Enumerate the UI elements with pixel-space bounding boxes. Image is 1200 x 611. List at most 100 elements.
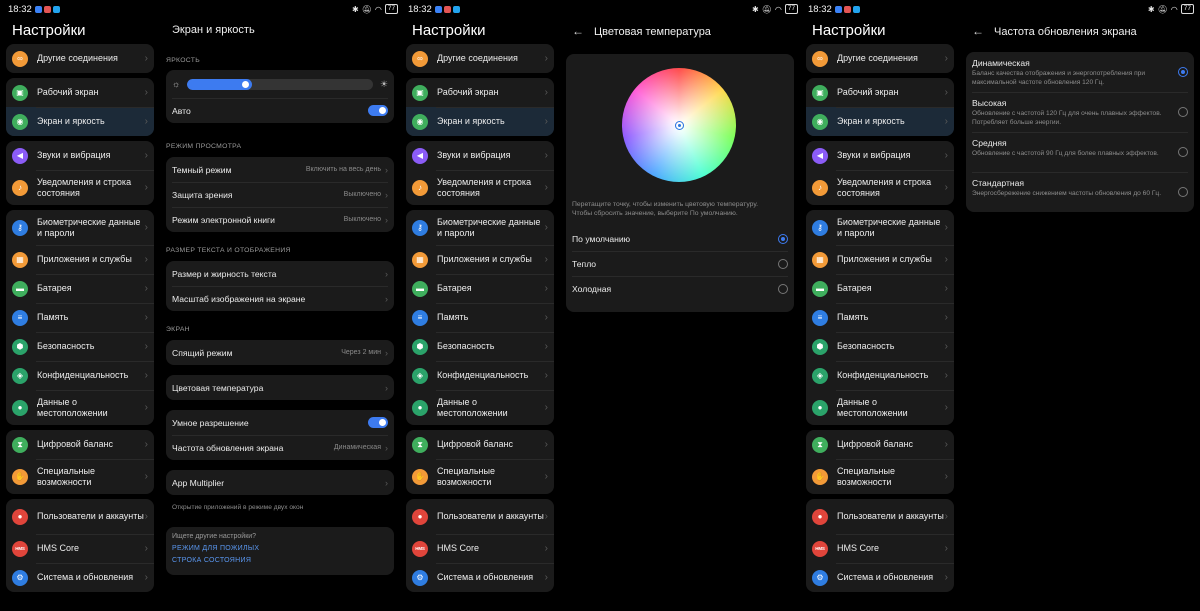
sidebar-item[interactable]: ▦ Приложения и службы › xyxy=(406,245,554,274)
sidebar-item[interactable]: HMS HMS Core › xyxy=(6,534,154,563)
sidebar-item[interactable]: ♪ Уведомления и строка состояния › xyxy=(406,170,554,205)
dark-mode-row[interactable]: Темный режим Включить на весь день › xyxy=(166,157,394,182)
sidebar-item[interactable]: ⬢ Безопасность › xyxy=(806,332,954,361)
sidebar-item-label: HMS Core xyxy=(437,543,480,553)
elderly-mode-link[interactable]: РЕЖИМ ДЛЯ ПОЖИЛЫХ xyxy=(172,545,388,552)
brightness-slider[interactable] xyxy=(187,78,373,90)
refresh-rate-option[interactable]: Динамическая Баланс качества отображения … xyxy=(966,52,1194,92)
sidebar-item[interactable]: HMS HMS Core › xyxy=(406,534,554,563)
sidebar-item[interactable]: ◉ Экран и яркость › xyxy=(806,107,954,136)
sidebar-item[interactable]: ● Данные о местоположении › xyxy=(806,390,954,425)
sidebar-item[interactable]: ◈ Конфиденциальность › xyxy=(406,361,554,390)
sidebar-item[interactable]: ∞ Другие соединения › xyxy=(806,44,954,73)
sidebar-item[interactable]: ◀ Звуки и вибрация › xyxy=(6,141,154,170)
sidebar-item[interactable]: ⚙ Система и обновления › xyxy=(806,563,954,592)
color-temp-option[interactable]: Тепло xyxy=(566,251,794,276)
dark-mode-label: Темный режим xyxy=(172,164,232,175)
sidebar-item[interactable]: ◀ Звуки и вибрация › xyxy=(806,141,954,170)
smart-resolution-row[interactable]: Умное разрешение xyxy=(166,410,394,435)
sidebar-item[interactable]: ◉ Экран и яркость › xyxy=(6,107,154,136)
sidebar-item[interactable]: ● Пользователи и аккаунты › xyxy=(6,499,154,534)
sidebar-item[interactable]: ▣ Рабочий экран › xyxy=(406,78,554,107)
user-icon: ● xyxy=(412,508,428,525)
sidebar-item[interactable]: ⧗ Цифровой баланс › xyxy=(406,430,554,459)
sidebar-item[interactable]: ▬ Батарея › xyxy=(6,274,154,303)
search-suggestions-card: Ищете другие настройки? РЕЖИМ ДЛЯ ПОЖИЛЫ… xyxy=(166,527,394,575)
color-wheel-handle[interactable] xyxy=(675,121,684,130)
sidebar-item[interactable]: ● Данные о местоположении › xyxy=(406,390,554,425)
sidebar-item[interactable]: ✋ Специальные возможности › xyxy=(6,459,154,494)
sidebar-item[interactable]: ⧗ Цифровой баланс › xyxy=(806,430,954,459)
chevron-right-icon: › xyxy=(944,572,948,583)
sidebar-item-label: Другие соединения xyxy=(437,53,518,63)
auto-brightness-toggle[interactable] xyxy=(368,105,388,116)
sidebar-item[interactable]: HMS HMS Core › xyxy=(806,534,954,563)
sidebar-item[interactable]: ⧗ Цифровой баланс › xyxy=(6,430,154,459)
sidebar-item[interactable]: ⬢ Безопасность › xyxy=(6,332,154,361)
refresh-rate-option[interactable]: Средняя Обновление с частотой 90 Гц для б… xyxy=(966,132,1194,172)
option-description: Баланс качества отображения и энергопотр… xyxy=(972,70,1146,86)
radio-button[interactable] xyxy=(1178,67,1188,77)
sidebar-item[interactable]: ♪ Уведомления и строка состояния › xyxy=(806,170,954,205)
radio-button[interactable] xyxy=(778,283,788,294)
auto-brightness-row[interactable]: Авто xyxy=(166,98,394,123)
sidebar-item[interactable]: ≡ Память › xyxy=(406,303,554,332)
chevron-right-icon: › xyxy=(385,164,388,175)
sidebar-item[interactable]: ✋ Специальные возможности › xyxy=(406,459,554,494)
back-arrow-icon[interactable]: ← xyxy=(972,24,984,38)
sidebar-item[interactable]: ◈ Конфиденциальность › xyxy=(806,361,954,390)
sidebar-item[interactable]: ▬ Батарея › xyxy=(406,274,554,303)
color-temp-option[interactable]: Холодная xyxy=(566,276,794,301)
sleep-row[interactable]: Спящий режим Через 2 мин › xyxy=(166,340,394,365)
smart-resolution-toggle[interactable] xyxy=(368,417,388,428)
chevron-right-icon: › xyxy=(544,182,548,193)
ebook-mode-row[interactable]: Режим электронной книги Выключено › xyxy=(166,207,394,232)
sidebar-item[interactable]: ⚷ Биометрические данные и пароли › xyxy=(6,210,154,245)
refresh-rate-option[interactable]: Стандартная Энергосбережение снижением ча… xyxy=(966,172,1194,212)
color-temp-option[interactable]: По умолчанию xyxy=(566,226,794,251)
nav-group: ● Пользователи и аккаунты › HMS HMS Core › ⚙ Си… xyxy=(6,499,154,592)
apps-icon: ▦ xyxy=(412,251,428,268)
color-temp-row[interactable]: Цветовая температура › xyxy=(166,375,394,400)
sidebar-item[interactable]: ▬ Батарея › xyxy=(806,274,954,303)
chevron-right-icon: › xyxy=(944,150,948,161)
sidebar-item[interactable]: ∞ Другие соединения › xyxy=(6,44,154,73)
sidebar-item[interactable]: ✋ Специальные возможности › xyxy=(806,459,954,494)
sidebar-item[interactable]: ⚷ Биометрические данные и пароли › xyxy=(806,210,954,245)
sidebar-item[interactable]: ◈ Конфиденциальность › xyxy=(6,361,154,390)
hand-icon: ✋ xyxy=(812,468,828,485)
sidebar-item[interactable]: ▦ Приложения и службы › xyxy=(6,245,154,274)
sidebar-item[interactable]: ∞ Другие соединения › xyxy=(406,44,554,73)
chevron-right-icon: › xyxy=(544,402,548,413)
sidebar-item[interactable]: ⚙ Система и обновления › xyxy=(406,563,554,592)
refresh-rate-option[interactable]: Высокая Обновление с частотой 120 Гц для … xyxy=(966,92,1194,132)
status-bar-link[interactable]: СТРОКА СОСТОЯНИЯ xyxy=(172,557,388,564)
back-arrow-icon[interactable]: ← xyxy=(572,24,584,38)
sidebar-item[interactable]: ● Пользователи и аккаунты › xyxy=(406,499,554,534)
display-scale-row[interactable]: Масштаб изображения на экране › xyxy=(166,286,394,311)
radio-button[interactable] xyxy=(1178,147,1188,157)
sidebar-item[interactable]: ⬢ Безопасность › xyxy=(406,332,554,361)
radio-button[interactable] xyxy=(1178,107,1188,117)
text-size-row[interactable]: Размер и жирность текста › xyxy=(166,261,394,286)
sidebar-item[interactable]: ▣ Рабочий экран › xyxy=(6,78,154,107)
hourglass-icon: ⧗ xyxy=(12,436,28,453)
sidebar-item[interactable]: ≡ Память › xyxy=(806,303,954,332)
sidebar-item[interactable]: ♪ Уведомления и строка состояния › xyxy=(6,170,154,205)
refresh-rate-row[interactable]: Частота обновления экрана Динамическая › xyxy=(166,435,394,460)
sidebar-item[interactable]: ◉ Экран и яркость › xyxy=(406,107,554,136)
sidebar-item[interactable]: ● Данные о местоположении › xyxy=(6,390,154,425)
brightness-handle[interactable] xyxy=(242,80,250,88)
sidebar-item[interactable]: ▦ Приложения и службы › xyxy=(806,245,954,274)
sidebar-item[interactable]: ● Пользователи и аккаунты › xyxy=(806,499,954,534)
sidebar-item[interactable]: ▣ Рабочий экран › xyxy=(806,78,954,107)
app-multiplier-row[interactable]: App Multiplier › xyxy=(166,470,394,495)
radio-button[interactable] xyxy=(778,258,788,269)
radio-button[interactable] xyxy=(778,233,788,244)
eye-comfort-row[interactable]: Защита зрения Выключено › xyxy=(166,182,394,207)
sidebar-item[interactable]: ⚙ Система и обновления › xyxy=(6,563,154,592)
sidebar-item[interactable]: ⚷ Биометрические данные и пароли › xyxy=(406,210,554,245)
sidebar-item[interactable]: ◀ Звуки и вибрация › xyxy=(406,141,554,170)
sidebar-item[interactable]: ≡ Память › xyxy=(6,303,154,332)
radio-button[interactable] xyxy=(1178,187,1188,197)
